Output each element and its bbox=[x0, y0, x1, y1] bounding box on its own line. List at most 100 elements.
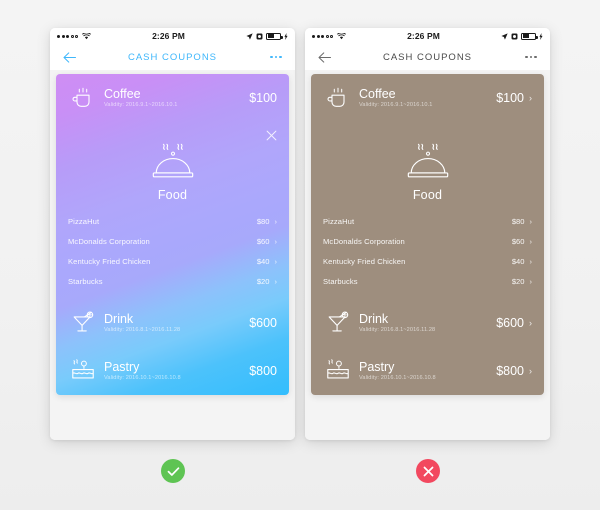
coupon-validity: Validity: 2016.9.1~2016.10.1 bbox=[359, 101, 433, 108]
phone-mockup-approved: 2:26 PM CASH COUPONS Coffee Validity: 20… bbox=[50, 28, 295, 440]
food-hero: Food bbox=[56, 128, 289, 209]
location-arrow-icon bbox=[501, 32, 508, 40]
status-bar-right bbox=[501, 32, 543, 40]
coupon-row-drink[interactable]: Drink Validity: 2016.8.1~2016.11.28 $600 bbox=[56, 299, 289, 347]
phone-mockup-rejected: 2:26 PM CASH COUPONS Coffee Validity: 20… bbox=[305, 28, 550, 440]
location-arrow-icon bbox=[246, 32, 253, 40]
back-button[interactable] bbox=[315, 51, 333, 63]
battery-icon bbox=[521, 32, 538, 40]
food-merchant-list: PizzaHut $80 › McDonalds Corporation $60… bbox=[56, 209, 289, 299]
cocktail-glass-icon bbox=[66, 310, 100, 336]
close-button[interactable] bbox=[266, 130, 277, 141]
checkmark-icon bbox=[167, 466, 180, 477]
coupon-price: $600 bbox=[496, 316, 524, 330]
coupon-row-coffee[interactable]: Coffee Validity: 2016.9.1~2016.10.1 $100… bbox=[311, 74, 544, 122]
signal-strength-icon bbox=[57, 34, 78, 38]
more-options-button[interactable] bbox=[267, 55, 285, 59]
status-bar-left bbox=[57, 32, 91, 40]
coupon-price: $800 bbox=[249, 364, 277, 378]
page-title: CASH COUPONS bbox=[382, 51, 473, 63]
coupon-card-stack: Coffee Validity: 2016.9.1~2016.10.1 $100 bbox=[56, 74, 289, 395]
more-options-icon bbox=[525, 55, 537, 59]
coupon-validity: Validity: 2016.10.1~2016.10.8 bbox=[104, 374, 181, 381]
merchant-name: McDonalds Corporation bbox=[323, 236, 405, 246]
cross-icon bbox=[423, 466, 434, 477]
merchant-name: McDonalds Corporation bbox=[68, 236, 150, 246]
cake-slice-icon bbox=[66, 358, 100, 384]
chevron-right-icon: › bbox=[529, 276, 533, 286]
back-arrow-icon bbox=[62, 51, 76, 63]
navigation-bar: CASH COUPONS bbox=[305, 44, 550, 70]
list-item[interactable]: McDonalds Corporation $60 › bbox=[323, 231, 532, 251]
list-item[interactable]: McDonalds Corporation $60 › bbox=[68, 231, 277, 251]
coupon-text-pastry: Pastry Validity: 2016.10.1~2016.10.8 bbox=[100, 360, 249, 383]
battery-icon bbox=[266, 32, 283, 40]
list-item[interactable]: PizzaHut $80 › bbox=[323, 211, 532, 231]
merchant-price: $60 bbox=[511, 236, 525, 246]
chevron-right-icon: › bbox=[274, 236, 278, 246]
coupon-text-drink: Drink Validity: 2016.8.1~2016.11.28 bbox=[355, 312, 496, 335]
status-bar-time: 2:26 PM bbox=[152, 31, 185, 41]
merchant-name: PizzaHut bbox=[68, 216, 100, 226]
cake-slice-icon bbox=[321, 358, 355, 384]
coffee-cup-icon bbox=[66, 86, 100, 110]
wifi-icon bbox=[337, 32, 346, 40]
chevron-right-icon: › bbox=[274, 216, 278, 226]
coupon-price: $100 bbox=[496, 91, 524, 105]
chevron-right-icon: › bbox=[529, 93, 532, 103]
chevron-right-icon: › bbox=[274, 276, 278, 286]
coupon-row-pastry[interactable]: Pastry Validity: 2016.10.1~2016.10.8 $80… bbox=[311, 347, 544, 395]
coupon-price: $100 bbox=[249, 91, 277, 105]
list-item[interactable]: Kentucky Fried Chicken $40 › bbox=[323, 251, 532, 271]
coffee-cup-icon bbox=[321, 86, 355, 110]
approved-badge bbox=[161, 459, 185, 483]
wifi-icon bbox=[82, 32, 91, 40]
alarm-icon bbox=[511, 33, 518, 40]
merchant-price: $80 bbox=[256, 216, 270, 226]
coupon-name: Drink bbox=[104, 311, 134, 326]
chevron-right-icon: › bbox=[274, 256, 278, 266]
food-expanded-panel: Food PizzaHut $80 › McDonalds Corporatio… bbox=[311, 122, 544, 299]
merchant-price: $40 bbox=[256, 256, 270, 266]
list-item[interactable]: Starbucks $20 › bbox=[323, 271, 532, 291]
coupon-price: $800 bbox=[496, 364, 524, 378]
list-item[interactable]: Starbucks $20 › bbox=[68, 271, 277, 291]
chevron-right-icon: › bbox=[529, 236, 533, 246]
more-options-button[interactable] bbox=[522, 55, 540, 59]
rejected-badge bbox=[416, 459, 440, 483]
coupon-row-coffee[interactable]: Coffee Validity: 2016.9.1~2016.10.1 $100 bbox=[56, 74, 289, 122]
coupon-text-drink: Drink Validity: 2016.8.1~2016.11.28 bbox=[100, 312, 249, 335]
back-button[interactable] bbox=[60, 51, 78, 63]
coupon-text-pastry: Pastry Validity: 2016.10.1~2016.10.8 bbox=[355, 360, 496, 383]
alarm-icon bbox=[256, 33, 263, 40]
comparison-stage: 2:26 PM CASH COUPONS Coffee Validity: 20… bbox=[0, 0, 600, 510]
coupon-name: Pastry bbox=[104, 359, 140, 374]
merchant-price: $20 bbox=[511, 276, 525, 286]
merchant-name: Kentucky Fried Chicken bbox=[323, 256, 406, 266]
coupon-name: Coffee bbox=[359, 86, 396, 101]
list-item[interactable]: PizzaHut $80 › bbox=[68, 211, 277, 231]
status-bar: 2:26 PM bbox=[305, 28, 550, 44]
merchant-name: Starbucks bbox=[323, 276, 358, 286]
food-merchant-list: PizzaHut $80 › McDonalds Corporation $60… bbox=[311, 209, 544, 299]
back-arrow-icon bbox=[317, 51, 331, 63]
merchant-price: $40 bbox=[511, 256, 525, 266]
merchant-name: Starbucks bbox=[68, 276, 103, 286]
coupon-screen: Coffee Validity: 2016.9.1~2016.10.1 $100… bbox=[305, 70, 550, 440]
cocktail-glass-icon bbox=[321, 310, 355, 336]
list-item[interactable]: Kentucky Fried Chicken $40 › bbox=[68, 251, 277, 271]
coupon-name: Pastry bbox=[359, 359, 395, 374]
more-options-icon bbox=[270, 55, 282, 59]
merchant-name: Kentucky Fried Chicken bbox=[68, 256, 151, 266]
coupon-row-drink[interactable]: Drink Validity: 2016.8.1~2016.11.28 $600… bbox=[311, 299, 544, 347]
coupon-name: Coffee bbox=[104, 86, 141, 101]
merchant-price: $60 bbox=[256, 236, 270, 246]
status-bar: 2:26 PM bbox=[50, 28, 295, 44]
food-label: Food bbox=[412, 188, 443, 202]
coupon-price: $600 bbox=[249, 316, 277, 330]
merchant-price: $80 bbox=[511, 216, 525, 226]
coupon-row-pastry[interactable]: Pastry Validity: 2016.10.1~2016.10.8 $80… bbox=[56, 347, 289, 395]
coupon-validity: Validity: 2016.8.1~2016.11.28 bbox=[359, 326, 436, 333]
coupon-text-coffee: Coffee Validity: 2016.9.1~2016.10.1 bbox=[100, 87, 249, 110]
page-title: CASH COUPONS bbox=[127, 51, 218, 63]
